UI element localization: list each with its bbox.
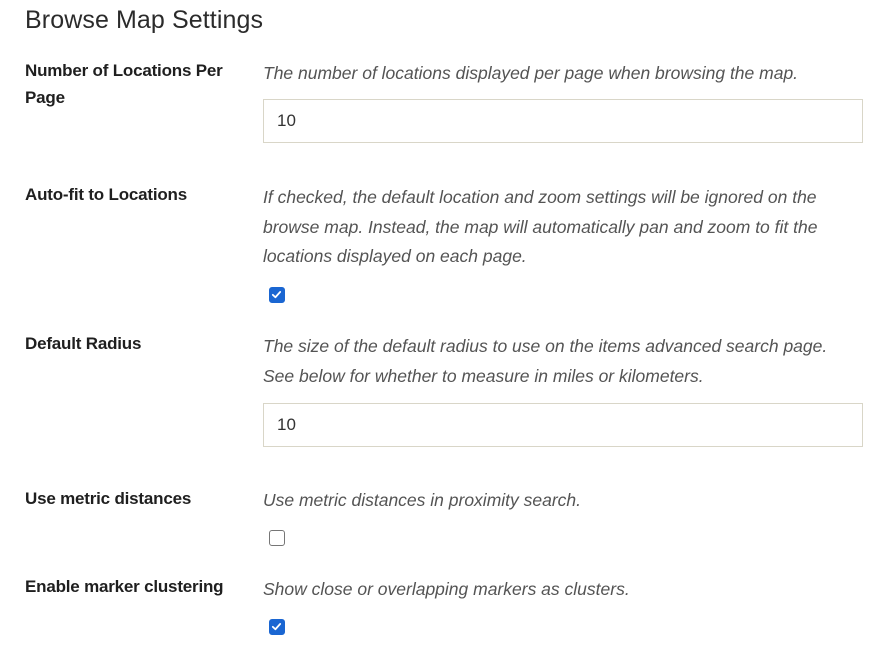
section-title: Browse Map Settings — [25, 6, 264, 34]
marker-clustering-help: Show close or overlapping markers as clu… — [263, 579, 630, 599]
use-metric-label: Use metric distances — [25, 489, 192, 508]
use-metric-checkbox[interactable] — [269, 530, 285, 546]
default-radius-help: The size of the default radius to use on… — [263, 336, 828, 386]
checkmark-icon — [271, 623, 282, 631]
default-radius-input[interactable] — [263, 403, 863, 447]
per-page-help: The number of locations displayed per pa… — [263, 63, 799, 83]
checkmark-icon — [271, 291, 282, 299]
per-page-label: Number of Locations Per Page — [25, 61, 223, 107]
auto-fit-help: If checked, the default location and zoo… — [263, 187, 818, 266]
default-radius-label: Default Radius — [25, 334, 142, 353]
browse-map-settings-page: Browse Map Settings Number of Locations … — [0, 0, 892, 648]
use-metric-help: Use metric distances in proximity search… — [263, 490, 582, 510]
auto-fit-checkbox[interactable] — [269, 287, 285, 303]
marker-clustering-label: Enable marker clustering — [25, 577, 224, 596]
per-page-input[interactable] — [263, 99, 863, 143]
marker-clustering-checkbox[interactable] — [269, 619, 285, 635]
auto-fit-label: Auto-fit to Locations — [25, 185, 187, 204]
